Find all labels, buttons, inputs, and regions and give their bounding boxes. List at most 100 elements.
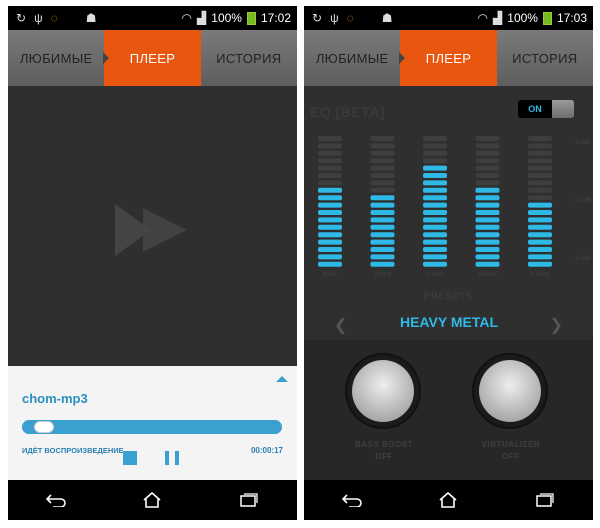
back-button[interactable] <box>42 490 70 510</box>
battery-percent: 100% <box>507 11 538 25</box>
bass-boost-label: BASS BOOST <box>355 440 413 449</box>
eq-band-label: 230Hz <box>374 272 391 278</box>
eq-segment <box>475 158 500 164</box>
stop-button[interactable] <box>123 451 137 465</box>
tab-player[interactable]: ПЛЕЕР <box>399 30 497 86</box>
status-bar: ↻ ψ ◌ ☗ ◠ ▟ 100% 17:02 <box>8 6 297 30</box>
battery-icon <box>542 11 552 25</box>
eq-segment <box>318 217 342 223</box>
eq-segment <box>370 210 395 215</box>
eq-segment <box>528 217 552 223</box>
android-debug-icon: ☗ <box>381 11 393 25</box>
eq-segment <box>318 195 342 201</box>
back-button[interactable] <box>338 490 366 510</box>
eq-segment <box>318 187 342 193</box>
eq-band-1.1kHz[interactable]: 1.1kHz <box>423 136 447 278</box>
eq-band-4.6kHz[interactable]: 4.6kHz <box>475 136 500 278</box>
eq-segment <box>318 180 342 186</box>
eq-segment <box>423 232 447 238</box>
eq-segment <box>423 158 447 164</box>
eq-segment <box>318 232 342 238</box>
tab-player-label: ПЛЕЕР <box>129 50 176 66</box>
eq-segment <box>528 180 552 186</box>
eq-segment <box>475 254 500 260</box>
eq-segment <box>475 239 500 245</box>
pause-button[interactable] <box>165 451 179 465</box>
wifi-icon: ◠ <box>477 11 489 25</box>
eq-toggle[interactable]: ON <box>518 100 574 118</box>
progress-knob[interactable] <box>34 421 54 433</box>
elapsed-time: 00:00:17 <box>250 446 283 455</box>
eq-segment <box>528 136 552 141</box>
collapse-up-icon[interactable] <box>276 376 288 382</box>
recents-button[interactable] <box>531 490 559 510</box>
progress-bar[interactable] <box>22 420 282 434</box>
recents-icon <box>240 493 258 507</box>
eq-segment <box>318 150 342 156</box>
nav-bar <box>8 480 297 520</box>
eq-segment <box>475 210 500 215</box>
signal-icon: ▟ <box>493 11 503 25</box>
recents-button[interactable] <box>235 490 263 510</box>
virtualizer-knob[interactable] <box>472 353 552 433</box>
tab-history[interactable]: ИСТОРИЯ <box>497 30 593 86</box>
eq-segment <box>370 165 395 171</box>
toggle-knob <box>552 100 574 118</box>
nav-bar <box>304 480 593 520</box>
chevron-right-icon[interactable]: ❯ <box>550 315 563 335</box>
eq-segment <box>423 239 447 245</box>
eq-segment <box>528 210 552 215</box>
eq-segment <box>318 261 342 267</box>
wifi-icon: ◠ <box>181 11 193 25</box>
virtualizer-state: OFF <box>502 452 520 461</box>
sync-icon: ↻ <box>16 11 27 25</box>
album-art-area <box>8 86 297 366</box>
eq-segment <box>423 165 447 171</box>
tab-favorites[interactable]: ЛЮБИМЫЕ <box>8 30 104 86</box>
home-button[interactable] <box>434 490 462 510</box>
eq-segment <box>370 195 395 201</box>
bass-boost-knob[interactable] <box>345 353 425 433</box>
usb-icon: ψ <box>330 11 339 25</box>
eq-band-230Hz[interactable]: 230Hz <box>370 136 395 278</box>
presets-label: PRESETS <box>423 291 473 301</box>
now-playing-panel: chom-mp3 ИДЁТ ВОСПРОИЗВЕДЕНИЕ 00:00:17 <box>8 366 297 480</box>
eq-segment <box>475 232 500 238</box>
eq-segment <box>318 158 342 164</box>
eq-segment <box>370 136 395 141</box>
eq-segment <box>423 217 447 223</box>
eq-segment <box>370 158 395 164</box>
eq-segment <box>370 232 395 238</box>
eq-segment <box>318 136 342 141</box>
eq-segment <box>528 239 552 245</box>
eq-segment <box>528 150 552 156</box>
chevron-left-icon[interactable]: ❮ <box>334 315 347 335</box>
fast-forward-icon <box>115 204 187 256</box>
eq-segment <box>528 202 552 208</box>
effects-panel: BASS BOOST OFF VIRTUALIZER OFF <box>304 340 593 480</box>
tab-history[interactable]: ИСТОРИЯ <box>201 30 297 86</box>
equalizer-screen: ↻ ψ ◌ ☗ ◠ ▟ 100% 17:03 ЛЮБИМЫЕ ПЛЕЕР ИСТ… <box>304 6 593 520</box>
eq-segment <box>475 187 500 193</box>
eq-segment <box>370 187 395 193</box>
eq-band-60Hz[interactable]: 60Hz <box>318 136 342 278</box>
eq-bands: 60Hz 230Hz 1.1kHz 4.6kHz 8.6kHz <box>318 136 552 278</box>
home-icon <box>439 491 458 508</box>
tab-bar: ЛЮБИМЫЕ ПЛЕЕР ИСТОРИЯ <box>304 30 593 86</box>
eq-segment <box>528 261 552 267</box>
battery-icon <box>246 11 256 25</box>
app-notification-icon: ◌ <box>346 11 354 25</box>
home-button[interactable] <box>138 490 166 510</box>
tab-player[interactable]: ПЛЕЕР <box>103 30 201 86</box>
tab-favorites-label: ЛЮБИМЫЕ <box>315 50 389 66</box>
eq-segment <box>475 180 500 186</box>
eq-segment <box>370 173 395 178</box>
tab-bar: ЛЮБИМЫЕ ПЛЕЕР ИСТОРИЯ <box>8 30 297 86</box>
playback-status: ИДЁТ ВОСПРОИЗВЕДЕНИЕ <box>22 446 124 455</box>
db-label-mid: 0.0dB <box>575 198 591 204</box>
tab-favorites[interactable]: ЛЮБИМЫЕ <box>304 30 400 86</box>
eq-band-8.6kHz[interactable]: 8.6kHz <box>528 136 552 278</box>
home-icon <box>143 491 162 508</box>
sync-icon: ↻ <box>312 11 323 25</box>
eq-title: EQ [BETA] <box>310 104 386 120</box>
